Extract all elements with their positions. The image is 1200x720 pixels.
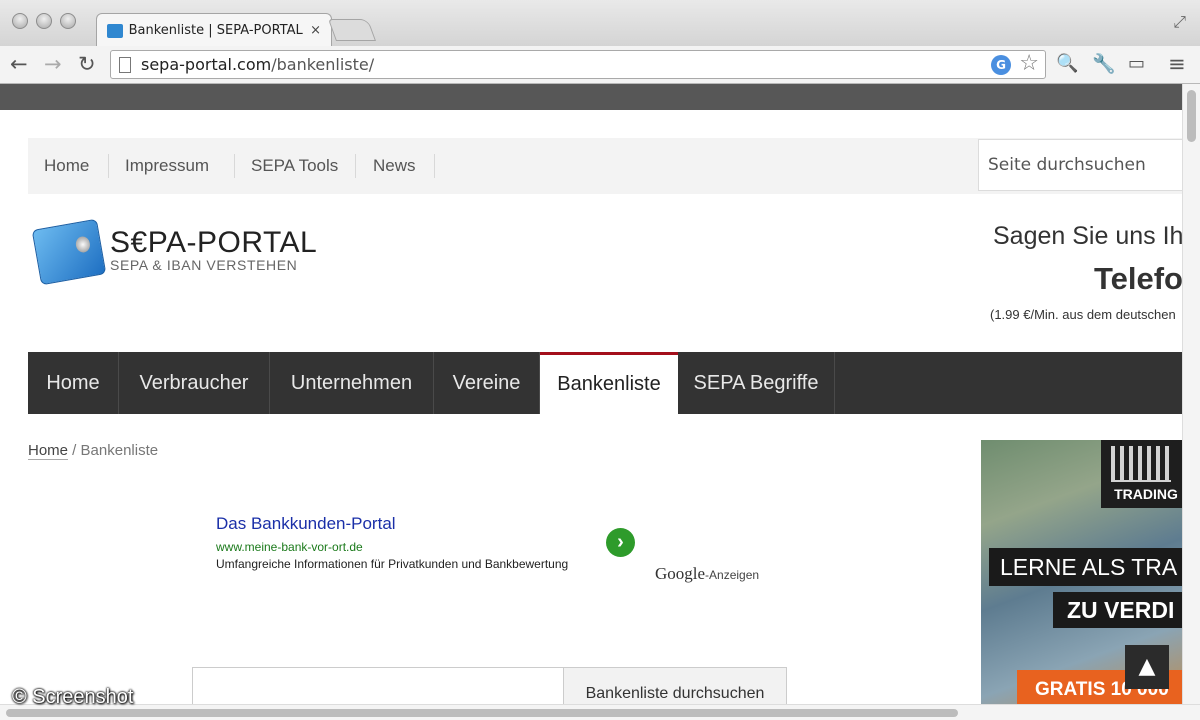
mainnav-item-vereine[interactable]: Vereine	[434, 352, 540, 414]
mainnav-item-unternehmen[interactable]: Unternehmen	[270, 352, 434, 414]
breadcrumb: Home / Bankenliste	[28, 442, 159, 460]
favicon-icon	[107, 23, 123, 38]
trading-logo: TRADING	[1101, 440, 1182, 508]
banner-line2: ZU VERDI	[1053, 592, 1182, 628]
breadcrumb-separator: /	[68, 442, 81, 459]
tab-close-icon[interactable]: ×	[310, 23, 321, 38]
google-ad: Das Bankkunden-Portal www.meine-bank-vor…	[216, 514, 786, 594]
promo-line2: Telefo	[1094, 261, 1182, 296]
back-to-top-button[interactable]: ▲	[1125, 645, 1169, 689]
window-close-icon[interactable]	[12, 13, 28, 29]
reload-icon[interactable]: ↻	[78, 52, 96, 76]
horizontal-scrollbar-thumb[interactable]	[6, 709, 958, 717]
horizontal-scrollbar[interactable]	[0, 704, 1200, 720]
breadcrumb-home-link[interactable]: Home	[28, 442, 69, 460]
site-top-bar	[0, 84, 1200, 110]
search-icon[interactable]: 🔍	[1056, 52, 1078, 76]
promo-line3: (1.99 €/Min. aus dem deutschen	[990, 307, 1176, 322]
mainnav-item-bankenliste[interactable]: Bankenliste	[540, 352, 678, 414]
arrow-right-icon[interactable]: →	[44, 52, 62, 76]
phone-promo: Sagen Sie uns Ih Telefo (1.99 €/Min. aus…	[960, 210, 1182, 330]
browser-tab[interactable]: Bankenliste | SEPA-PORTAL ×	[96, 13, 332, 47]
window-minimize-icon[interactable]	[36, 13, 52, 29]
banner-line1: LERNE ALS TRA	[989, 548, 1182, 586]
screenshot-watermark: © Screenshot	[12, 686, 134, 708]
star-icon[interactable]: ☆	[1019, 51, 1039, 76]
ad-title-link[interactable]: Das Bankkunden-Portal	[216, 514, 396, 534]
chevron-right-icon[interactable]: ›	[606, 528, 635, 557]
topnav-item-home[interactable]: Home	[44, 138, 89, 194]
mainnav-item-sepa-begriffe[interactable]: SEPA Begriffe	[678, 352, 835, 414]
logo-tagline: SEPA & IBAN VERSTEHEN	[110, 257, 298, 273]
topnav-item-sepa-tools[interactable]: SEPA Tools	[251, 138, 338, 194]
menu-icon[interactable]: ≡	[1168, 52, 1186, 76]
divider	[434, 154, 435, 178]
new-tab-button[interactable]	[327, 19, 377, 41]
vertical-scrollbar[interactable]	[1182, 84, 1200, 704]
browser-toolbar: ← → ↻ sepa-portal.com/bankenliste/ G ☆ 🔍…	[0, 46, 1200, 84]
ad-description: Umfangreiche Informationen für Privatkun…	[216, 557, 569, 571]
skyline-icon	[1111, 446, 1171, 482]
site-logo[interactable]: S€PA-PORTAL SEPA & IBAN VERSTEHEN	[31, 218, 336, 290]
cast-icon[interactable]: ▭	[1128, 52, 1145, 76]
fullscreen-icon[interactable]: ⤢	[1173, 12, 1186, 32]
browser-titlebar: Bankenliste | SEPA-PORTAL × ⤢	[0, 0, 1200, 47]
ad-url[interactable]: www.meine-bank-vor-ort.de	[216, 540, 363, 554]
main-navigation: Home Verbraucher Unternehmen Vereine Ban…	[28, 352, 1182, 414]
address-bar[interactable]: sepa-portal.com/bankenliste/ G ☆	[110, 50, 1046, 79]
url-text: sepa-portal.com/bankenliste/	[141, 55, 375, 74]
google-ads-label[interactable]: Google-Anzeigen	[655, 564, 759, 584]
promo-line1: Sagen Sie uns Ih	[993, 222, 1182, 250]
google-extension-icon[interactable]: G	[991, 55, 1011, 75]
divider	[108, 154, 109, 178]
breadcrumb-current: Bankenliste	[80, 442, 159, 459]
credit-card-icon	[31, 218, 107, 286]
mainnav-item-home[interactable]: Home	[28, 352, 119, 414]
top-navigation: Home Impressum SEPA Tools News Seite dur…	[28, 138, 1200, 194]
tab-title: Bankenliste | SEPA-PORTAL	[128, 23, 303, 38]
mainnav-item-verbraucher[interactable]: Verbraucher	[119, 352, 270, 414]
topnav-item-impressum[interactable]: Impressum	[125, 138, 209, 194]
logo-name: S€PA-PORTAL	[110, 226, 318, 259]
page-icon	[119, 56, 131, 73]
site-search-input[interactable]: Seite durchsuchen	[978, 139, 1200, 191]
topnav-item-news[interactable]: News	[373, 138, 416, 194]
window-zoom-icon[interactable]	[60, 13, 76, 29]
arrow-left-icon[interactable]: ←	[10, 52, 28, 76]
wrench-icon[interactable]: 🔧	[1092, 52, 1116, 76]
vertical-scrollbar-thumb[interactable]	[1187, 90, 1196, 142]
divider	[234, 154, 235, 178]
divider	[355, 154, 356, 178]
